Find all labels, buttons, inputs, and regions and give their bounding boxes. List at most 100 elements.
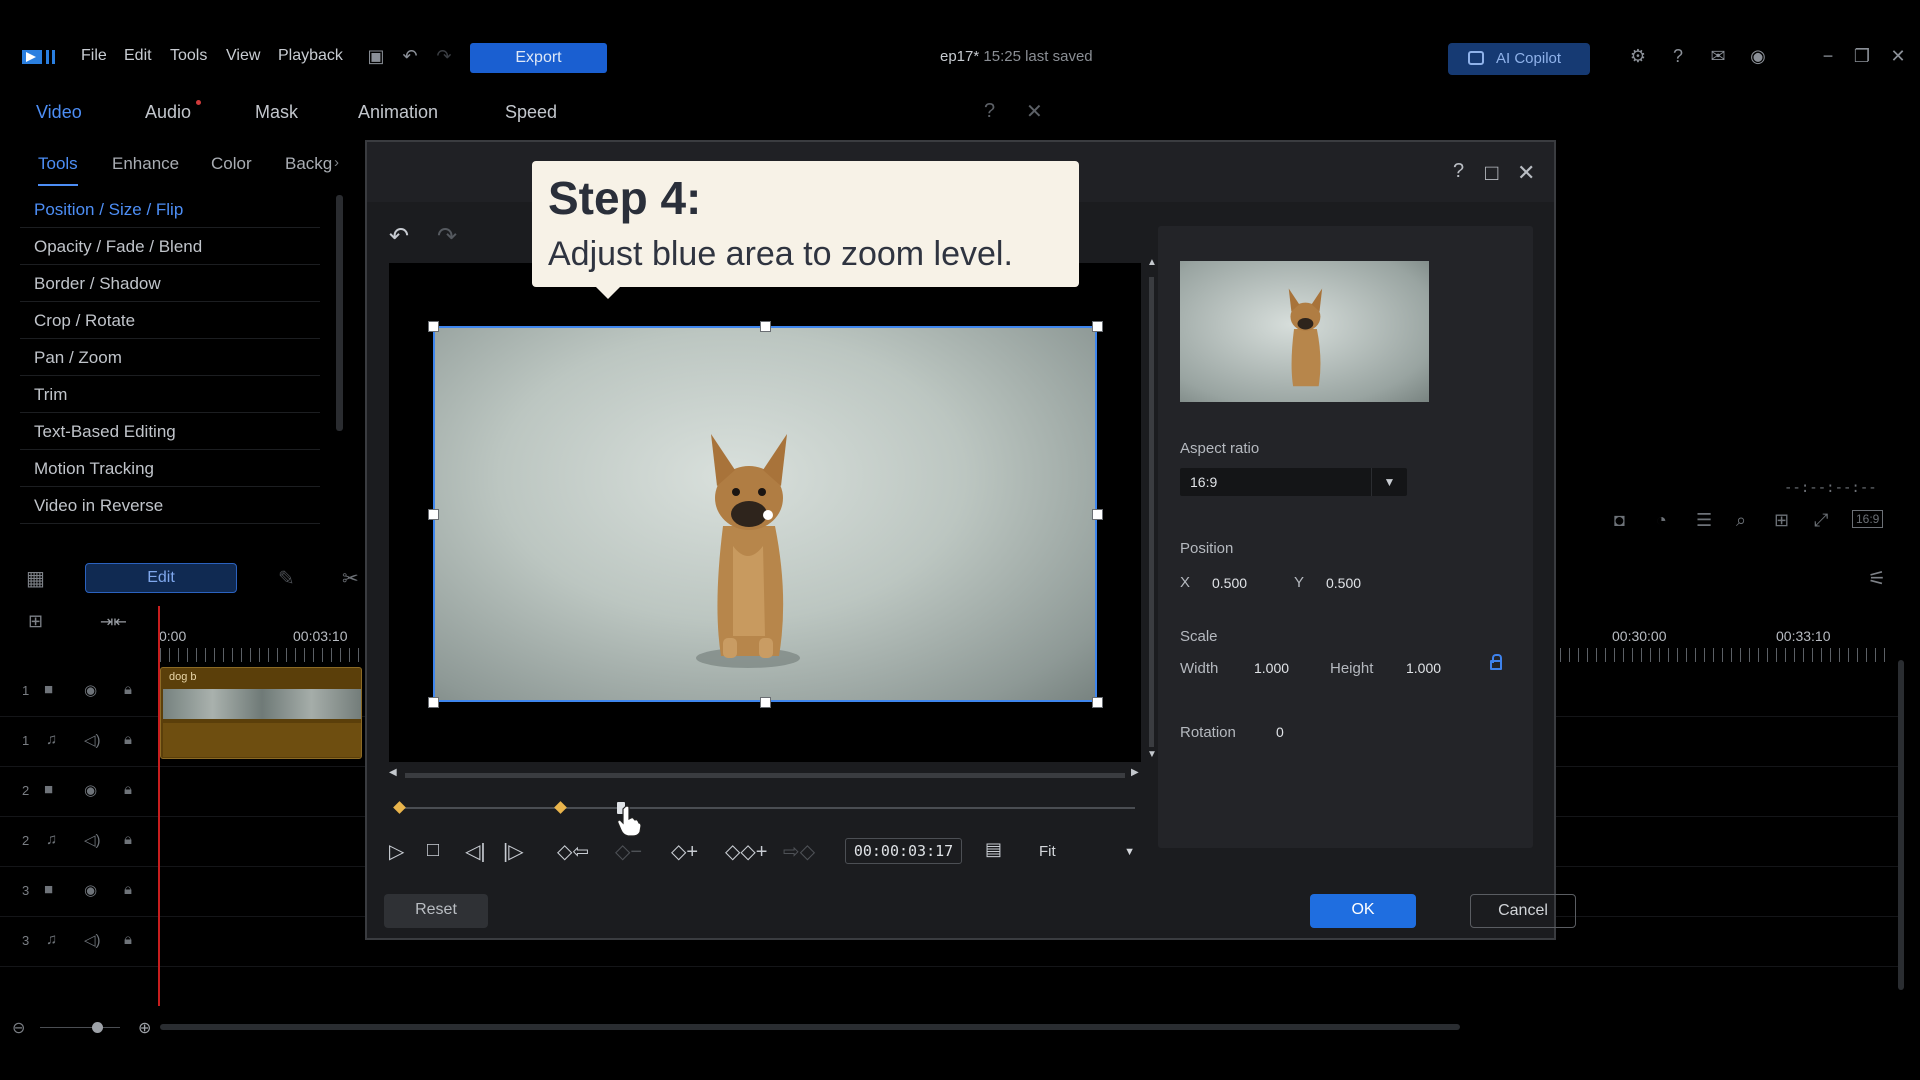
panel-close-icon[interactable]: ✕ [1026,99,1043,124]
restore-icon[interactable]: ❐ [1850,44,1874,68]
stop-icon[interactable]: □ [427,839,439,862]
list-icon[interactable]: ☰ [1696,510,1712,531]
lock-track-icon[interactable]: 🔒︎ [124,681,132,698]
fullscreen-icon[interactable]: ⤢ [1814,510,1828,531]
resize-handle-top-left[interactable] [428,321,439,332]
tab-mask[interactable]: Mask [255,102,298,123]
undo-icon[interactable]: ↶ [398,44,422,68]
timecode-display[interactable]: 00:00:03:17 [845,838,962,864]
resize-handle-bottom-left[interactable] [428,697,439,708]
lock-track-icon[interactable]: 🔒︎ [124,881,132,898]
dialog-close-icon[interactable]: ✕ [1517,160,1535,186]
menu-view[interactable]: View [226,47,260,65]
resize-handle-left[interactable] [428,509,439,520]
tool-trim[interactable]: Trim [20,376,320,413]
next-keyframe-icon[interactable]: ⇨◇ [783,839,815,864]
redo-icon[interactable]: ↷ [432,44,456,68]
zoom-preview-icon[interactable]: ⌕ [1736,510,1746,531]
aspect-16-9-icon[interactable]: 16:9 [1852,510,1884,528]
eye-icon[interactable]: ◉ [84,681,97,699]
tool-pan-zoom[interactable]: Pan / Zoom [20,339,320,376]
play-icon[interactable]: ▷ [389,839,404,864]
preview-vertical-scrollbar[interactable]: ▲ ▼ [1147,257,1157,760]
tool-crop-rotate[interactable]: Crop / Rotate [20,302,320,339]
timeline-horizontal-scrollbar[interactable] [160,1024,1460,1030]
timeline-view-icon[interactable]: ▦ [26,566,45,591]
help-icon[interactable]: ? [1666,44,1690,68]
feedback-icon[interactable]: ✉ [1706,44,1730,68]
settings-gear-icon[interactable]: ⚙ [1626,44,1650,68]
duplicate-keyframe-icon[interactable]: ◇◇+ [725,839,767,864]
timeline-clip[interactable]: dog b [160,667,362,759]
zoom-area-box[interactable] [433,326,1097,702]
lock-aspect-icon[interactable] [1490,654,1502,670]
lock-track-icon[interactable]: 🔒︎ [124,931,132,948]
add-keyframe-icon[interactable]: ◇+ [671,839,698,864]
lock-track-icon[interactable]: 🔒︎ [124,831,132,848]
tab-video[interactable]: Video [36,102,82,123]
timeline-zoom-slider[interactable] [40,1027,120,1028]
tool-list-scrollbar[interactable] [336,195,343,431]
y-value-field[interactable]: 0.500 [1326,575,1361,591]
timeline-settings-icon[interactable]: ⚟ [1868,566,1886,591]
previous-frame-icon[interactable]: ◁| [465,839,486,864]
dialog-help-icon[interactable]: ? [1453,160,1464,183]
timeline-zoom-knob[interactable] [92,1022,103,1033]
save-icon[interactable]: ▣ [364,44,388,68]
cancel-button[interactable]: Cancel [1470,894,1576,928]
keyframe-marker[interactable] [554,801,567,814]
account-icon[interactable]: ◉ [1746,44,1770,68]
dialog-redo-icon[interactable]: ↷ [437,222,457,251]
lock-track-icon[interactable]: 🔒︎ [124,781,132,798]
scroll-right-icon[interactable]: ▶ [1131,767,1139,778]
timeline-vertical-scrollbar[interactable] [1898,660,1904,990]
tab-audio[interactable]: Audio [145,102,191,123]
tool-text-based-editing[interactable]: Text-Based Editing [20,413,320,450]
rotation-value-field[interactable]: 0 [1276,724,1284,740]
subtab-next-icon[interactable]: › [334,154,339,171]
resize-handle-bottom-right[interactable] [1092,697,1103,708]
safe-zone-icon[interactable]: ▤ [985,839,1002,860]
horizontal-scroll-thumb[interactable] [405,773,1125,778]
resize-handle-top-right[interactable] [1092,321,1103,332]
x-value-field[interactable]: 0.500 [1212,575,1247,591]
resize-handle-bottom[interactable] [760,697,771,708]
export-button[interactable]: Export [470,43,607,73]
pen-icon[interactable]: ✎ [278,566,295,591]
scroll-left-icon[interactable]: ◀ [389,767,397,778]
menu-file[interactable]: File [81,47,107,65]
subtab-color[interactable]: Color [211,154,252,174]
lock-track-icon[interactable]: 🔒︎ [124,731,132,748]
tab-speed[interactable]: Speed [505,102,557,123]
tab-animation[interactable]: Animation [358,102,438,123]
scissors-icon[interactable]: ✂ [342,566,359,591]
height-value-field[interactable]: 1.000 [1406,660,1441,676]
previous-keyframe-icon[interactable]: ◇⇦ [557,839,589,864]
speaker-icon[interactable]: ◁) [84,931,101,949]
subtab-background[interactable]: Backg [285,154,332,174]
resize-handle-right[interactable] [1092,509,1103,520]
tool-video-in-reverse[interactable]: Video in Reverse [20,487,320,524]
snapshot-icon[interactable]: ◘ [1614,510,1625,531]
scroll-up-icon[interactable]: ▲ [1147,257,1157,268]
preview-quality-icon[interactable]: ◔ [1656,510,1667,531]
edit-button[interactable]: Edit [85,563,237,593]
dialog-undo-icon[interactable]: ↶ [389,222,409,251]
dialog-maximize-icon[interactable]: □ [1485,160,1498,186]
add-track-icon[interactable]: ⊞ [28,611,43,632]
preview-zoom-select[interactable]: Fit ▼ [1031,839,1141,865]
speaker-icon[interactable]: ◁) [84,731,101,749]
panel-help-icon[interactable]: ? [984,100,995,123]
tool-position-size-flip[interactable]: Position / Size / Flip [20,191,320,228]
speaker-icon[interactable]: ◁) [84,831,101,849]
reset-button[interactable]: Reset [384,894,488,928]
ai-copilot-button[interactable]: AI Copilot [1448,43,1590,75]
menu-tools[interactable]: Tools [170,47,207,65]
snap-icon[interactable]: ⇥⇤ [100,612,127,632]
keyframe-marker-start[interactable] [393,801,406,814]
eye-icon[interactable]: ◉ [84,881,97,899]
scroll-down-icon[interactable]: ▼ [1147,749,1157,760]
tool-motion-tracking[interactable]: Motion Tracking [20,450,320,487]
aspect-ratio-select[interactable]: 16:9 ▼ [1180,468,1407,496]
zoom-in-icon[interactable]: ⊕ [138,1018,151,1038]
